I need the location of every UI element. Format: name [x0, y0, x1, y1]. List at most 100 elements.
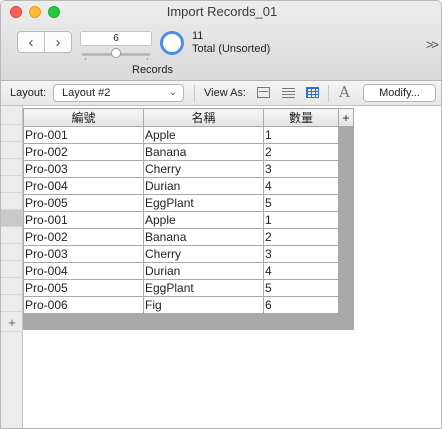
layout-select-value: Layout #2 [62, 87, 111, 99]
new-record-cell[interactable] [338, 313, 354, 330]
records-label: Records [132, 64, 173, 76]
row-spacer [338, 160, 354, 178]
list-view-icon[interactable] [282, 87, 295, 98]
table-cell[interactable]: 2 [263, 228, 339, 246]
toolbar: Import Records_01 ‹ › 6 Records 11 Total… [1, 1, 441, 81]
table-cell[interactable]: Pro-002 [23, 228, 144, 246]
row-selector[interactable] [1, 142, 23, 159]
column-header[interactable]: 數量 [263, 108, 339, 127]
row-spacer [338, 296, 354, 314]
app-window: Import Records_01 ‹ › 6 Records 11 Total… [0, 0, 442, 429]
row-selector[interactable] [1, 261, 23, 278]
column-header[interactable]: 名稱 [143, 108, 264, 127]
row-selector[interactable] [1, 193, 23, 210]
new-record-cell[interactable] [263, 313, 339, 330]
view-as-label: View As: [204, 87, 246, 99]
slider-tick [147, 58, 148, 60]
divider [194, 85, 195, 102]
new-record-cell[interactable] [143, 313, 264, 330]
table-cell[interactable]: Pro-001 [23, 126, 144, 144]
table-row[interactable]: Pro-005 EggPlant 5 [23, 194, 354, 212]
table-cell[interactable]: Fig [143, 296, 264, 314]
row-selector[interactable] [1, 159, 23, 176]
table-cell[interactable]: Banana [143, 228, 264, 246]
table-cell[interactable]: 3 [263, 160, 339, 178]
table-row[interactable]: Pro-006 Fig 6 [23, 296, 354, 314]
table-row[interactable]: Pro-005 EggPlant 5 [23, 279, 354, 297]
table-cell[interactable]: 3 [263, 245, 339, 263]
layout-label: Layout: [10, 87, 47, 99]
table-cell[interactable]: 6 [263, 296, 339, 314]
add-record-button[interactable]: + [1, 316, 23, 332]
row-selector[interactable] [1, 125, 23, 142]
table-cell[interactable]: EggPlant [143, 194, 264, 212]
row-selector[interactable] [1, 278, 23, 295]
row-spacer [338, 126, 354, 144]
table-cell[interactable]: Pro-002 [23, 143, 144, 161]
font-size-icon[interactable]: A [339, 83, 350, 101]
row-spacer [338, 279, 354, 297]
table-cell[interactable]: Pro-001 [23, 211, 144, 229]
toolbar-overflow-icon[interactable]: >> [426, 37, 439, 52]
gutter-header-cell [1, 108, 23, 125]
table-cell[interactable]: 1 [263, 126, 339, 144]
row-selector[interactable] [1, 295, 23, 312]
table-view-icon[interactable] [306, 87, 319, 98]
row-spacer [338, 211, 354, 229]
table-cell[interactable]: Pro-003 [23, 160, 144, 178]
column-header[interactable]: 編號 [23, 108, 144, 127]
next-record-button[interactable]: › [44, 32, 71, 52]
new-record-row[interactable] [23, 313, 354, 330]
table-row[interactable]: Pro-004 Durian 4 [23, 262, 354, 280]
table-cell[interactable]: Pro-004 [23, 177, 144, 195]
table-row[interactable]: Pro-003 Cherry 3 [23, 245, 354, 263]
table-cell[interactable]: 5 [263, 279, 339, 297]
table-cell[interactable]: Cherry [143, 245, 264, 263]
table-row[interactable]: Pro-002 Banana 2 [23, 228, 354, 246]
table-cell[interactable]: 5 [263, 194, 339, 212]
table-row[interactable]: Pro-004 Durian 4 [23, 177, 354, 195]
current-record-field[interactable]: 6 [80, 31, 152, 46]
table-cell[interactable]: Pro-003 [23, 245, 144, 263]
new-record-cell[interactable] [23, 313, 144, 330]
table-cell[interactable]: Apple [143, 126, 264, 144]
table-cell[interactable]: Banana [143, 143, 264, 161]
table-row[interactable]: Pro-003 Cherry 3 [23, 160, 354, 178]
table-header-row: 編號 名稱 數量 + [23, 108, 354, 127]
table-cell[interactable]: 4 [263, 177, 339, 195]
row-spacer [338, 245, 354, 263]
table-cell[interactable]: 2 [263, 143, 339, 161]
table-cell[interactable]: Cherry [143, 160, 264, 178]
row-selector[interactable] [1, 210, 23, 227]
table-cell[interactable]: Pro-005 [23, 279, 144, 297]
row-selector[interactable] [1, 244, 23, 261]
row-spacer [338, 262, 354, 280]
table-cell[interactable]: EggPlant [143, 279, 264, 297]
layout-select[interactable]: Layout #2 ⌄ [53, 84, 184, 102]
add-column-button[interactable]: + [338, 108, 354, 127]
row-selector[interactable] [1, 227, 23, 244]
table-cell[interactable]: Apple [143, 211, 264, 229]
previous-record-button[interactable]: ‹ [18, 32, 44, 52]
found-count: 11 [192, 30, 204, 42]
window-title: Import Records_01 [166, 4, 278, 19]
slider-tick [85, 58, 86, 60]
record-slider-knob[interactable] [111, 48, 121, 58]
found-set-pie-icon[interactable] [160, 31, 184, 55]
table-cell[interactable]: Durian [143, 177, 264, 195]
row-spacer [338, 143, 354, 161]
table-row[interactable]: Pro-001 Apple 1 [23, 126, 354, 144]
table-cell[interactable]: Pro-004 [23, 262, 144, 280]
table-cell[interactable]: Pro-006 [23, 296, 144, 314]
row-selector[interactable] [1, 176, 23, 193]
form-view-icon[interactable] [257, 87, 270, 98]
table-cell[interactable]: 1 [263, 211, 339, 229]
chevron-down-icon: ⌄ [168, 87, 177, 98]
found-status: Total (Unsorted) [192, 43, 271, 55]
modify-button[interactable]: Modify... [363, 84, 436, 102]
table-cell[interactable]: 4 [263, 262, 339, 280]
table-row[interactable]: Pro-001 Apple 1 [23, 211, 354, 229]
table-cell[interactable]: Pro-005 [23, 194, 144, 212]
table-row[interactable]: Pro-002 Banana 2 [23, 143, 354, 161]
table-cell[interactable]: Durian [143, 262, 264, 280]
